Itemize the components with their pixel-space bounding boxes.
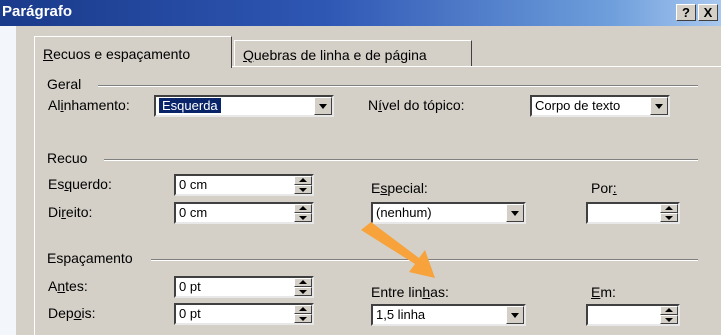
spin-down-icon[interactable]: [294, 287, 312, 296]
spin-up-icon[interactable]: [660, 306, 678, 315]
depois-label: Depois:: [48, 305, 96, 321]
nivel-topico-select[interactable]: Corpo de texto: [530, 95, 670, 117]
esquerdo-label: Esquerdo:: [48, 176, 112, 192]
title-bar: Parágrafo ? X: [0, 0, 721, 26]
por-label: Por:: [591, 180, 617, 196]
spin-up-icon[interactable]: [294, 305, 312, 314]
depois-input[interactable]: 0 pt: [174, 303, 314, 325]
depois-value: 0 pt: [179, 306, 201, 321]
em-input[interactable]: [586, 304, 680, 326]
chevron-down-icon[interactable]: [506, 204, 524, 222]
close-button[interactable]: X: [698, 4, 718, 21]
entre-linhas-select[interactable]: 1,5 linha: [371, 304, 526, 326]
por-input[interactable]: [586, 202, 680, 224]
tab-recuos-espacamento[interactable]: Recuos e espaçamento: [34, 36, 232, 68]
especial-value: (nenhum): [376, 205, 432, 220]
antes-label: Antes:: [48, 278, 88, 294]
group-label-recuo: Recuo: [47, 150, 88, 166]
spin-up-icon[interactable]: [294, 278, 312, 287]
tab-quebras-linha-pagina[interactable]: Quebras de linha e de página: [234, 40, 472, 66]
antes-input[interactable]: 0 pt: [174, 276, 314, 298]
direito-label: Direito:: [48, 204, 93, 220]
spin-down-icon[interactable]: [660, 315, 678, 324]
spin-up-icon[interactable]: [660, 204, 678, 213]
direito-input[interactable]: 0 cm: [174, 202, 314, 224]
alinhamento-label: Alinhamento:: [48, 97, 130, 113]
group-divider: [98, 85, 698, 87]
chevron-down-icon[interactable]: [506, 306, 524, 324]
alinhamento-value: Esquerda: [159, 98, 221, 113]
alinhamento-select[interactable]: Esquerda: [154, 95, 334, 117]
help-button[interactable]: ?: [676, 4, 696, 21]
nivel-topico-value: Corpo de texto: [535, 98, 621, 113]
esquerdo-value: 0 cm: [179, 177, 208, 192]
depois-spinner[interactable]: [294, 305, 312, 323]
spin-up-icon[interactable]: [294, 204, 312, 213]
group-label-geral: Geral: [47, 76, 82, 92]
esquerdo-input[interactable]: 0 cm: [174, 174, 314, 196]
entre-linhas-label: Entre linhas:: [371, 284, 449, 300]
chevron-down-icon[interactable]: [650, 97, 668, 115]
group-divider: [104, 159, 698, 161]
orange-arrow-icon: [361, 222, 435, 278]
spin-down-icon[interactable]: [294, 213, 312, 222]
nivel-topico-label: Nível do tópico:: [368, 97, 465, 113]
spin-down-icon[interactable]: [294, 185, 312, 194]
paragraph-dialog: Recuos e espaçamento Quebras de linha e …: [16, 26, 721, 335]
especial-label: Especial:: [371, 180, 428, 196]
antes-spinner[interactable]: [294, 278, 312, 296]
direito-value: 0 cm: [179, 205, 208, 220]
chevron-down-icon[interactable]: [314, 97, 332, 115]
em-label: Em:: [591, 284, 616, 300]
em-spinner[interactable]: [660, 306, 678, 324]
esquerdo-spinner[interactable]: [294, 176, 312, 194]
por-spinner[interactable]: [660, 204, 678, 222]
antes-value: 0 pt: [179, 279, 201, 294]
spin-down-icon[interactable]: [660, 213, 678, 222]
especial-select[interactable]: (nenhum): [371, 202, 526, 224]
window-title: Parágrafo: [2, 3, 73, 20]
direito-spinner[interactable]: [294, 204, 312, 222]
spin-up-icon[interactable]: [294, 176, 312, 185]
group-label-espacamento: Espaçamento: [47, 250, 133, 266]
entre-linhas-value: 1,5 linha: [376, 307, 426, 322]
spin-down-icon[interactable]: [294, 314, 312, 323]
